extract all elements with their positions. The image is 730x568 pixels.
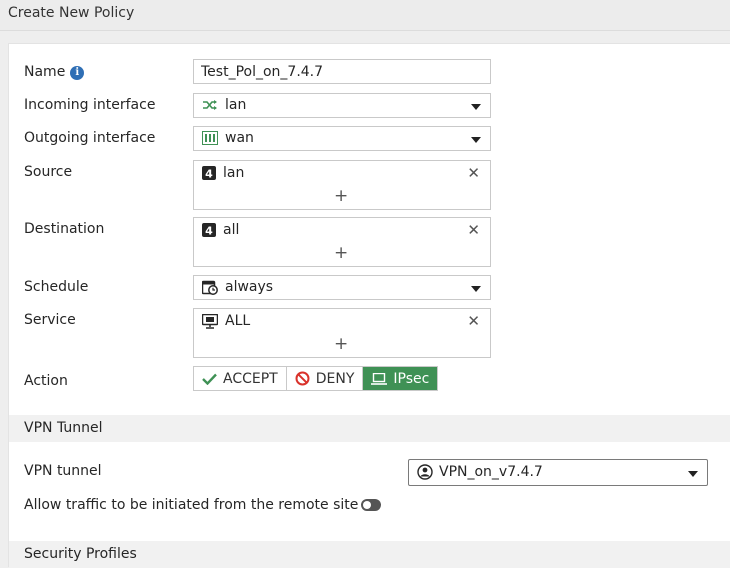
destination-label: Destination: [24, 221, 105, 237]
page-title: Create New Policy: [8, 5, 135, 21]
info-icon[interactable]: i: [70, 66, 85, 80]
outgoing-interface-label: Outgoing interface: [24, 130, 156, 146]
source-label: Source: [24, 164, 73, 180]
schedule-value: always: [225, 279, 274, 295]
deny-label: DENY: [315, 370, 355, 387]
policy-form-panel: Namei Incoming interface lan Outgoing in…: [8, 43, 730, 568]
security-profiles-section-title: Security Profiles: [24, 546, 137, 562]
chevron-down-icon: [471, 104, 481, 110]
block-icon: [295, 371, 310, 386]
action-label: Action: [24, 373, 68, 389]
schedule-label: Schedule: [24, 279, 89, 295]
close-icon[interactable]: ✕: [467, 221, 480, 239]
accept-button[interactable]: ACCEPT: [194, 367, 287, 390]
close-icon[interactable]: ✕: [467, 312, 480, 330]
service-field[interactable]: ALL ✕ +: [193, 308, 491, 358]
vpn-user-icon: [417, 464, 433, 480]
chevron-down-icon: [688, 471, 698, 477]
laptop-icon: [371, 372, 388, 385]
list-item: 4 all: [202, 222, 239, 238]
check-icon: [202, 373, 217, 385]
vpn-tunnel-section-title: VPN Tunnel: [24, 420, 103, 436]
name-field-wrapper: [193, 59, 491, 84]
allow-remote-label: Allow traffic to be initiated from the r…: [24, 497, 359, 513]
list-item: ALL: [202, 313, 250, 329]
destination-field[interactable]: 4 all ✕ +: [193, 217, 491, 267]
action-button-group: ACCEPT DENY IPsec: [193, 366, 439, 391]
address-object-icon: 4: [202, 166, 216, 180]
service-label: Service: [24, 312, 76, 328]
incoming-interface-label: Incoming interface: [24, 97, 156, 113]
network-port-icon: [202, 131, 218, 145]
security-profiles-section-header: Security Profiles: [9, 541, 730, 568]
address-object-icon: 4: [202, 223, 216, 237]
vpn-tunnel-select[interactable]: VPN_on_v7.4.7: [408, 459, 708, 486]
deny-button[interactable]: DENY: [286, 367, 364, 390]
chevron-down-icon: [471, 137, 481, 143]
destination-value: all: [223, 222, 240, 238]
ipsec-button[interactable]: IPsec: [363, 367, 438, 390]
outgoing-interface-select[interactable]: wan: [193, 126, 491, 151]
service-icon: [202, 313, 218, 329]
vpn-tunnel-value: VPN_on_v7.4.7: [439, 464, 543, 480]
name-input[interactable]: [194, 60, 481, 83]
ipsec-label: IPsec: [393, 370, 430, 387]
source-field[interactable]: 4 lan ✕ +: [193, 160, 491, 210]
toggle-knob: [363, 501, 371, 509]
outgoing-interface-value: wan: [225, 130, 254, 146]
close-icon[interactable]: ✕: [467, 164, 480, 182]
incoming-interface-value: lan: [225, 97, 247, 113]
source-value: lan: [223, 165, 245, 181]
service-value: ALL: [225, 313, 251, 329]
calendar-clock-icon: [202, 280, 218, 295]
schedule-select[interactable]: always: [193, 275, 491, 300]
incoming-interface-select[interactable]: lan: [193, 93, 491, 118]
add-service-button[interactable]: +: [334, 334, 348, 354]
list-item: 4 lan: [202, 165, 244, 181]
add-source-button[interactable]: +: [334, 186, 348, 206]
chevron-down-icon: [471, 286, 481, 292]
accept-label: ACCEPT: [223, 370, 278, 387]
add-destination-button[interactable]: +: [334, 243, 348, 263]
allow-remote-toggle[interactable]: [361, 499, 381, 511]
name-label-row: Name i: [24, 64, 85, 80]
vpn-tunnel-section-header: VPN Tunnel: [9, 415, 730, 442]
svg-text:4: 4: [205, 225, 213, 238]
page-header: Create New Policy: [0, 0, 730, 31]
svg-text:4: 4: [205, 168, 213, 181]
vpn-tunnel-label: VPN tunnel: [24, 463, 102, 479]
shuffle-icon: [203, 100, 217, 110]
name-label: Name: [24, 64, 66, 80]
